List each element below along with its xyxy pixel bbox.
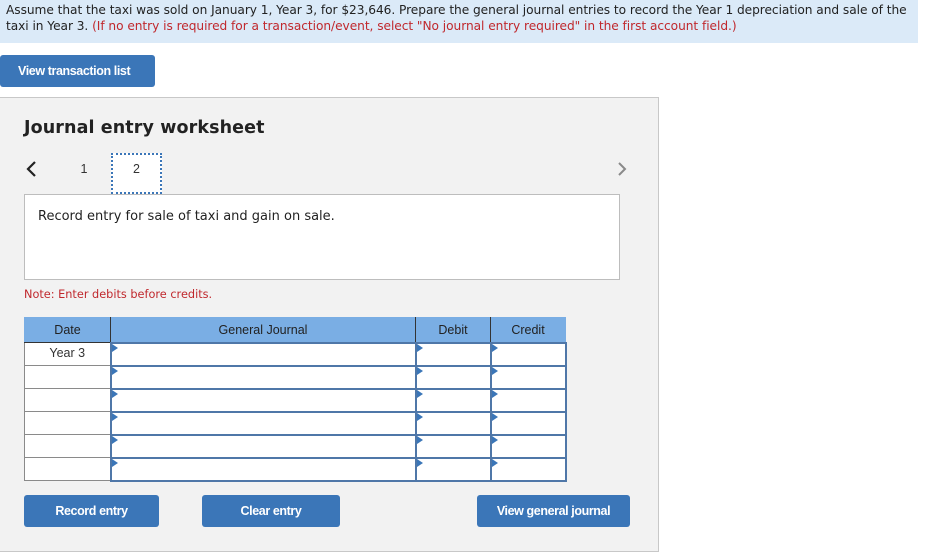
page-tab-1[interactable]: 1 [72, 153, 96, 185]
credit-input[interactable] [489, 433, 567, 459]
debit-input[interactable] [414, 341, 492, 367]
view-general-journal-button[interactable]: View general journal [477, 495, 630, 527]
date-cell [24, 411, 111, 435]
credit-input[interactable] [489, 364, 567, 390]
table-row [24, 456, 567, 482]
worksheet-title: Journal entry worksheet [24, 118, 265, 138]
debit-input[interactable] [414, 410, 492, 436]
debit-input[interactable] [414, 387, 492, 413]
credit-input[interactable] [489, 387, 567, 413]
debit-input[interactable] [414, 456, 492, 482]
table-row [24, 387, 567, 413]
record-entry-button[interactable]: Record entry [24, 495, 159, 527]
table-row: Year 3 [24, 341, 567, 367]
account-select[interactable] [109, 456, 417, 482]
date-cell [24, 388, 111, 412]
debit-input[interactable] [414, 433, 492, 459]
entry-description: Record entry for sale of taxi and gain o… [38, 209, 335, 224]
table-header-row: Date General Journal Debit Credit [24, 317, 566, 343]
general-journal-table: Date General Journal Debit Credit Year 3 [24, 317, 567, 482]
table-row [24, 364, 567, 390]
credit-input[interactable] [489, 410, 567, 436]
account-select[interactable] [109, 341, 417, 367]
credit-input[interactable] [489, 456, 567, 482]
header-debit: Debit [415, 317, 491, 343]
account-select[interactable] [109, 387, 417, 413]
header-credit: Credit [490, 317, 566, 343]
header-general-journal: General Journal [110, 317, 416, 343]
previous-page-chevron-left-icon[interactable] [24, 159, 40, 179]
instructions-note: (If no entry is required for a transacti… [92, 19, 737, 33]
instructions-banner: Assume that the taxi was sold on January… [0, 0, 918, 43]
account-select[interactable] [109, 410, 417, 436]
next-page-chevron-right-icon[interactable] [614, 159, 630, 179]
date-cell [24, 457, 111, 481]
debit-input[interactable] [414, 364, 492, 390]
date-cell: Year 3 [24, 342, 111, 366]
table-row [24, 433, 567, 459]
view-transaction-list-button[interactable]: View transaction list [0, 55, 155, 87]
credit-input[interactable] [489, 341, 567, 367]
clear-entry-button[interactable]: Clear entry [202, 495, 340, 527]
entry-description-box: Record entry for sale of taxi and gain o… [24, 194, 620, 280]
account-select[interactable] [109, 433, 417, 459]
journal-entry-worksheet-panel: Journal entry worksheet 1 2 Record entry… [0, 97, 659, 552]
debits-before-credits-note: Note: Enter debits before credits. [24, 288, 213, 301]
header-date: Date [24, 317, 111, 343]
account-select[interactable] [109, 364, 417, 390]
date-cell [24, 434, 111, 458]
page-tab-2-active[interactable]: 2 [111, 153, 162, 194]
date-cell [24, 365, 111, 389]
table-row [24, 410, 567, 436]
